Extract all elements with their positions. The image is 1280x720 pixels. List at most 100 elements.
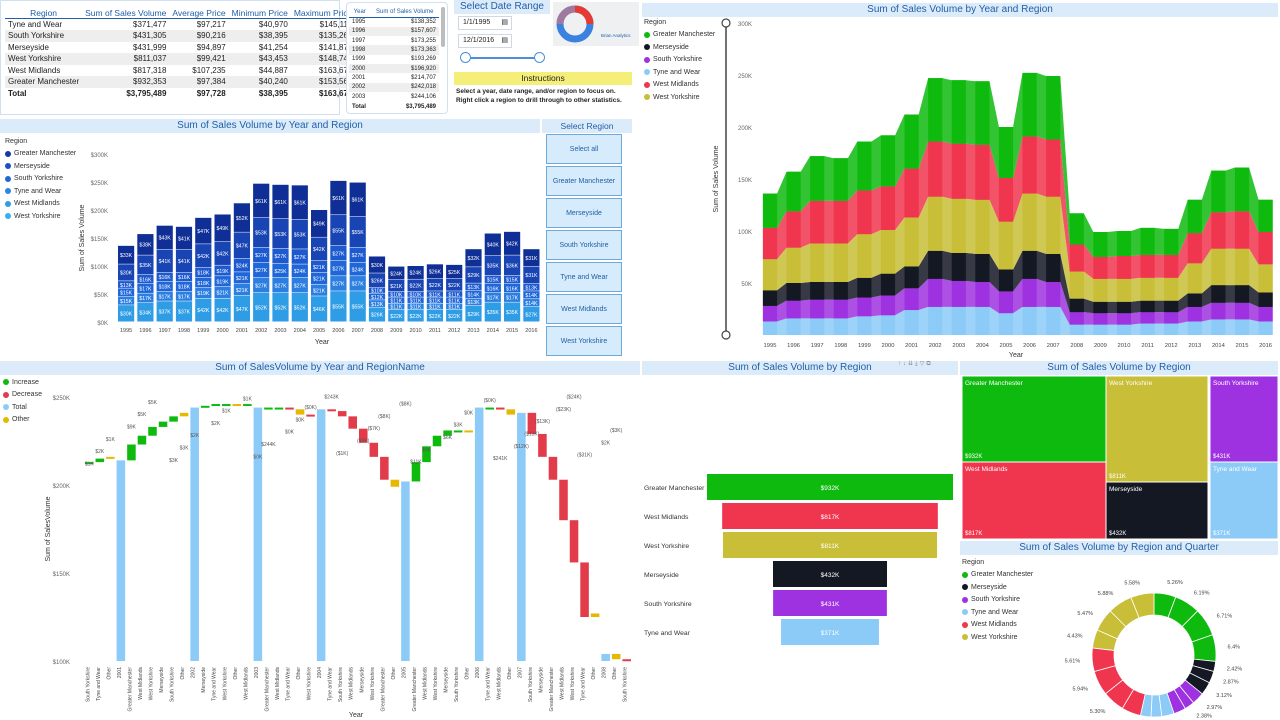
ribbon-column[interactable] xyxy=(857,190,872,235)
ribbon-column[interactable] xyxy=(1234,302,1250,320)
ribbon-column[interactable] xyxy=(1069,298,1084,313)
ribbon-column[interactable] xyxy=(1234,248,1250,286)
waterfall-bar[interactable] xyxy=(569,520,579,563)
region-button-select-all[interactable]: Select all xyxy=(546,134,622,164)
ribbon-column[interactable] xyxy=(1211,285,1226,303)
waterfall-bar[interactable] xyxy=(611,653,621,660)
ribbon-column[interactable] xyxy=(1164,300,1179,313)
ribbon-column[interactable] xyxy=(1116,301,1132,314)
ribbon-column[interactable] xyxy=(833,200,848,244)
ribbon-column[interactable] xyxy=(1187,263,1202,294)
date-range-slider-end-handle[interactable] xyxy=(534,52,545,63)
ribbon-column[interactable] xyxy=(998,127,1014,178)
waterfall-bar[interactable] xyxy=(148,426,157,436)
ribbon-column[interactable] xyxy=(857,234,872,278)
ribbon-column[interactable] xyxy=(951,252,966,281)
waterfall-bar[interactable] xyxy=(232,404,242,407)
ribbon-column[interactable] xyxy=(857,141,872,191)
ribbon-column[interactable] xyxy=(810,243,825,282)
ribbon-column[interactable] xyxy=(1187,306,1202,322)
ribbon-column[interactable] xyxy=(1046,76,1061,140)
waterfall-bar[interactable] xyxy=(464,430,473,433)
year-col-header[interactable]: Year xyxy=(349,6,371,18)
table-row[interactable]: 1999 $193,269 xyxy=(349,55,439,64)
ribbon-column[interactable] xyxy=(928,306,943,335)
waterfall-bar[interactable] xyxy=(453,430,463,433)
ribbon-column[interactable] xyxy=(1022,250,1037,279)
ribbon-column[interactable] xyxy=(928,250,943,279)
ribbon-column[interactable] xyxy=(880,229,896,274)
ribbon-column[interactable] xyxy=(975,81,990,145)
table-row[interactable]: 1995 $138,352 xyxy=(349,18,439,27)
waterfall-bar[interactable] xyxy=(348,416,357,429)
ribbon-column[interactable] xyxy=(1211,170,1226,213)
region-button-west-midlands[interactable]: West Midlands xyxy=(546,294,622,324)
waterfall-bar[interactable] xyxy=(538,433,547,457)
ribbon-column[interactable] xyxy=(1022,72,1037,137)
ribbon-column[interactable] xyxy=(1234,211,1250,249)
table-row[interactable]: 1996 $157,607 xyxy=(349,26,439,37)
ribbon-column[interactable] xyxy=(1164,277,1179,301)
waterfall-bar[interactable] xyxy=(474,407,484,661)
ribbon-column[interactable] xyxy=(1140,227,1155,255)
ribbon-column[interactable] xyxy=(810,156,825,201)
ribbon-column[interactable] xyxy=(1164,312,1179,324)
treemap-tile[interactable] xyxy=(1105,375,1209,483)
waterfall-bar[interactable] xyxy=(485,407,494,410)
ribbon-column[interactable] xyxy=(1022,136,1037,194)
ribbon-column[interactable] xyxy=(810,200,825,244)
ribbon-column[interactable] xyxy=(833,158,848,201)
waterfall-bar[interactable] xyxy=(622,659,631,662)
waterfall-bar[interactable] xyxy=(95,458,105,463)
table-row[interactable]: 1998 $173,363 xyxy=(349,45,439,55)
ribbon-column[interactable] xyxy=(1211,319,1226,335)
waterfall-bar[interactable] xyxy=(369,442,379,457)
ribbon-column[interactable] xyxy=(951,198,966,253)
ribbon-column[interactable] xyxy=(904,288,919,311)
ribbon-column[interactable] xyxy=(1046,306,1061,335)
ribbon-column[interactable] xyxy=(833,281,848,300)
waterfall-bar[interactable] xyxy=(548,456,558,480)
ribbon-column[interactable] xyxy=(975,199,990,254)
ribbon-column[interactable] xyxy=(975,281,990,307)
ribbon-column[interactable] xyxy=(1258,306,1273,322)
table-row[interactable]: 2001 $214,707 xyxy=(349,73,439,82)
ribbon-column[interactable] xyxy=(810,299,825,319)
ribbon-column[interactable] xyxy=(786,171,801,212)
ribbon-column[interactable] xyxy=(1093,278,1108,302)
ribbon-column[interactable] xyxy=(1116,231,1132,256)
ribbon-column[interactable] xyxy=(1187,233,1202,264)
table-row[interactable]: Greater Manchester $932,353 $97,384 $40,240… xyxy=(5,76,356,88)
waterfall-bar[interactable] xyxy=(116,460,126,661)
ribbon-column[interactable] xyxy=(928,196,943,251)
focus-mode-icon[interactable]: ⧉ xyxy=(926,361,932,367)
ribbon-column[interactable] xyxy=(762,305,778,322)
ribbon-column[interactable] xyxy=(1234,319,1250,335)
ribbon-column[interactable] xyxy=(762,290,778,306)
ribbon-column[interactable] xyxy=(951,280,966,307)
ribbon-column[interactable] xyxy=(833,243,848,282)
ribbon-column[interactable] xyxy=(1093,232,1108,257)
ribbon-column[interactable] xyxy=(1069,312,1084,325)
region-button-south-yorkshire[interactable]: South Yorkshire xyxy=(546,230,622,260)
ribbon-column[interactable] xyxy=(904,217,919,267)
ribbon-column[interactable] xyxy=(1234,285,1250,303)
ribbon-column[interactable] xyxy=(1140,300,1155,313)
ribbon-column[interactable] xyxy=(857,316,872,335)
ribbon-column[interactable] xyxy=(998,221,1014,270)
ribbon-column[interactable] xyxy=(1093,301,1108,314)
summary-col-header[interactable]: Average Price xyxy=(169,7,229,19)
ribbon-column[interactable] xyxy=(1022,193,1037,251)
region-button-merseyside[interactable]: Merseyside xyxy=(546,198,622,228)
waterfall-bar[interactable] xyxy=(274,407,284,410)
ribbon-column[interactable] xyxy=(786,211,801,248)
expand-icon[interactable]: ⇊ xyxy=(908,361,915,367)
ribbon-column[interactable] xyxy=(880,273,896,296)
ribbon-column[interactable] xyxy=(762,193,778,228)
date-range-slider-start-handle[interactable] xyxy=(460,52,471,63)
ribbon-column[interactable] xyxy=(857,297,872,317)
ribbon-column[interactable] xyxy=(998,313,1014,335)
ribbon-column[interactable] xyxy=(1046,253,1061,282)
summary-col-header[interactable]: Sum of Sales Volume xyxy=(82,7,170,19)
ribbon-column[interactable] xyxy=(928,141,943,197)
